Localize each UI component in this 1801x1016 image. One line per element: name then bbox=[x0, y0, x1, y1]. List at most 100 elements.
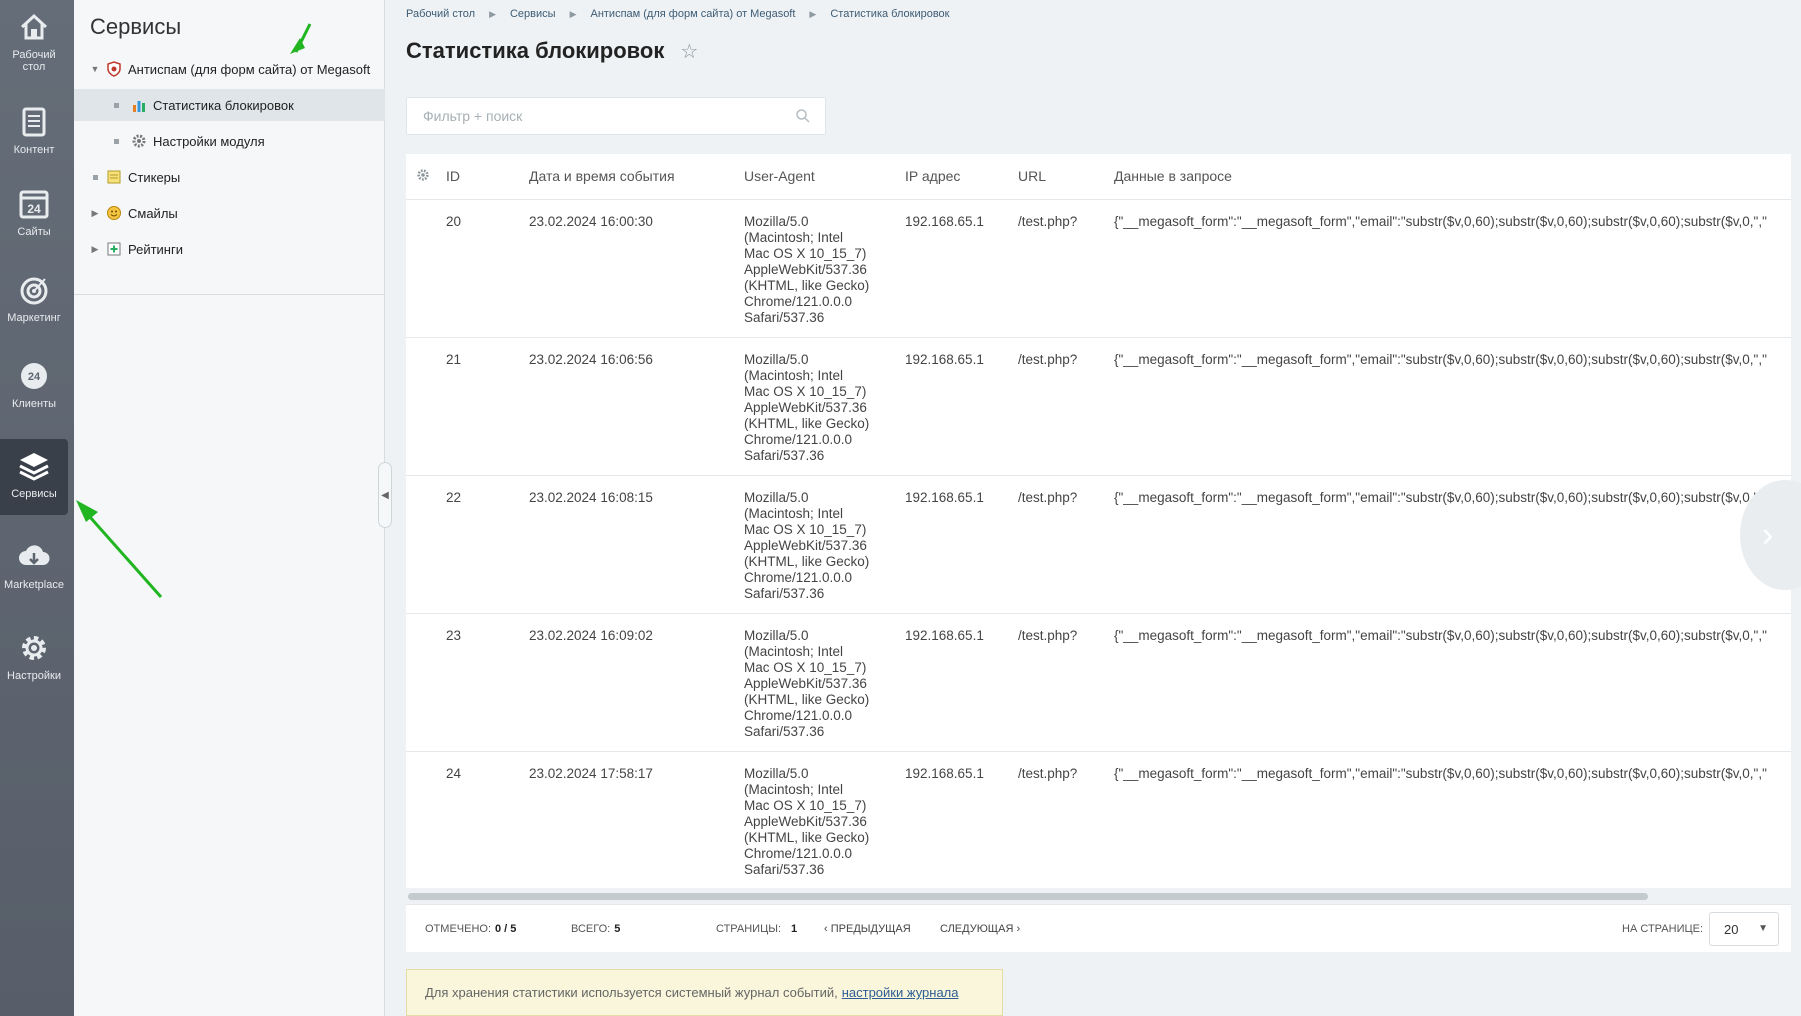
sticker-note-icon bbox=[106, 169, 122, 185]
prev-page-label: Предыдущая bbox=[830, 923, 911, 935]
rating-plus-icon bbox=[106, 241, 122, 257]
tree-item-smiles[interactable]: ▶ Смайлы bbox=[74, 197, 385, 229]
collapsed-triangle-icon[interactable]: ▶ bbox=[90, 208, 100, 219]
services-tree-panel: Сервисы ▼ Антиспам (для форм сайта) от M… bbox=[74, 0, 385, 1016]
column-header-ip[interactable]: IP адрес bbox=[895, 154, 1008, 200]
cell-date: 23.02.2024 16:00:30 bbox=[519, 199, 734, 338]
breadcrumb-separator-icon: ▶ bbox=[489, 8, 496, 19]
favorite-star-icon[interactable]: ☆ bbox=[680, 39, 698, 64]
breadcrumb-item[interactable]: Антиспам (для форм сайта) от Megasoft bbox=[590, 8, 795, 20]
table-row[interactable]: 24 23.02.2024 17:58:17 Mozilla/5.0 (Maci… bbox=[406, 751, 1791, 888]
cell-url: /test.php? bbox=[1008, 751, 1104, 888]
selected-count-label: Отмечено: bbox=[425, 923, 491, 935]
nav-marketing-label: Маркетинг bbox=[7, 312, 61, 324]
column-settings-gear-icon[interactable] bbox=[416, 168, 430, 182]
cell-request-data: {"__megasoft_form":"__megasoft_form","em… bbox=[1104, 199, 1791, 338]
cell-url: /test.php? bbox=[1008, 337, 1104, 476]
tree-item-ratings[interactable]: ▶ Рейтинги bbox=[74, 233, 385, 265]
horizontal-scrollbar[interactable] bbox=[408, 893, 1648, 900]
cell-request-data: {"__megasoft_form":"__megasoft_form","em… bbox=[1104, 613, 1791, 752]
shield-icon bbox=[106, 61, 122, 77]
search-icon[interactable] bbox=[795, 108, 811, 124]
nav-marketing[interactable]: Маркетинг bbox=[0, 263, 68, 339]
cell-request-data: {"__megasoft_form":"__megasoft_form","em… bbox=[1104, 475, 1791, 614]
per-page-select[interactable]: 20 ▼ bbox=[1709, 912, 1779, 946]
table-row[interactable]: 22 23.02.2024 16:08:15 Mozilla/5.0 (Maci… bbox=[406, 475, 1791, 614]
calendar-icon: 24 bbox=[19, 190, 49, 219]
nav-content[interactable]: Контент bbox=[0, 95, 68, 171]
row-checkbox-cell[interactable] bbox=[406, 475, 436, 614]
collapsed-triangle-icon[interactable]: ▶ bbox=[90, 244, 100, 255]
next-page-label: Следующая bbox=[940, 923, 1014, 935]
breadcrumb-item[interactable]: Сервисы bbox=[510, 8, 556, 20]
tree-item-antispam[interactable]: ▼ Антиспам (для форм сайта) от Megasoft bbox=[74, 53, 385, 85]
table-row[interactable]: 23 23.02.2024 16:09:02 Mozilla/5.0 (Maci… bbox=[406, 613, 1791, 752]
cell-date: 23.02.2024 16:08:15 bbox=[519, 475, 734, 614]
nav-marketplace[interactable]: Marketplace bbox=[0, 530, 68, 606]
filter-search-input[interactable] bbox=[423, 108, 783, 124]
target-icon bbox=[20, 277, 48, 305]
pages-label: Страницы: bbox=[716, 923, 782, 935]
current-page-value[interactable]: 1 bbox=[791, 923, 797, 935]
tree-divider bbox=[74, 294, 385, 295]
cell-ip: 192.168.65.1 bbox=[895, 751, 1008, 888]
cell-date: 23.02.2024 16:06:56 bbox=[519, 337, 734, 476]
tree-bullet bbox=[114, 102, 119, 108]
tree-item-module-settings[interactable]: Настройки модуля bbox=[74, 125, 385, 157]
panel-collapse-handle[interactable]: ◀ bbox=[378, 462, 392, 528]
tree-item-module-settings-label: Настройки модуля bbox=[153, 133, 265, 149]
prev-page-button[interactable]: ‹ Предыдущая bbox=[824, 923, 911, 935]
per-page-label: На странице: bbox=[1622, 923, 1703, 935]
tree-item-stickers[interactable]: Стикеры bbox=[74, 161, 385, 193]
row-checkbox-cell[interactable] bbox=[406, 199, 436, 338]
tree-item-ratings-label: Рейтинги bbox=[128, 241, 183, 257]
column-header-user-agent[interactable]: User-Agent bbox=[734, 154, 895, 200]
svg-text:24: 24 bbox=[27, 202, 41, 216]
tree-item-smiles-label: Смайлы bbox=[128, 205, 178, 221]
expanded-triangle-icon[interactable]: ▼ bbox=[90, 64, 100, 74]
breadcrumb-item[interactable]: Рабочий стол bbox=[406, 8, 475, 20]
row-checkbox-cell[interactable] bbox=[406, 337, 436, 476]
cell-id: 24 bbox=[436, 751, 519, 888]
pages-info: Страницы: 1 bbox=[716, 923, 797, 935]
column-header-date[interactable]: Дата и время события bbox=[519, 154, 734, 200]
breadcrumb-separator-icon: ▶ bbox=[809, 8, 817, 19]
cell-user-agent: Mozilla/5.0 (Macintosh; Intel Mac OS X 1… bbox=[734, 475, 895, 614]
table-row[interactable]: 20 23.02.2024 16:00:30 Mozilla/5.0 (Maci… bbox=[406, 199, 1791, 338]
nav-services[interactable]: Сервисы bbox=[0, 439, 68, 515]
chevron-left-icon: ‹ bbox=[824, 923, 831, 935]
row-checkbox-cell[interactable] bbox=[406, 613, 436, 752]
chevron-left-icon: ◀ bbox=[381, 489, 389, 501]
chevron-right-icon: › bbox=[1762, 515, 1774, 554]
notice-text: Для хранения статистики используется сис… bbox=[425, 985, 838, 1000]
grid-footer: Отмечено: 0 / 5 Всего: 5 Страницы: 1 ‹ Пред… bbox=[406, 904, 1791, 952]
total-count-value: 5 bbox=[614, 923, 621, 935]
journal-settings-link[interactable]: настройки журнала bbox=[842, 985, 959, 1000]
cell-date: 23.02.2024 17:58:17 bbox=[519, 751, 734, 888]
next-page-button[interactable]: Следующая › bbox=[940, 923, 1020, 935]
column-settings[interactable] bbox=[406, 154, 436, 200]
tree-bullet bbox=[114, 138, 119, 144]
nav-settings[interactable]: Настройки bbox=[0, 621, 68, 697]
home-icon bbox=[20, 13, 48, 40]
nav-desktop[interactable]: Рабочий стол bbox=[0, 0, 68, 76]
column-header-request-data[interactable]: Данные в запросе bbox=[1104, 154, 1791, 200]
filter-search-box[interactable] bbox=[406, 97, 826, 135]
nav-clients[interactable]: 24 Клиенты bbox=[0, 349, 68, 425]
chevron-down-icon: ▼ bbox=[1758, 923, 1768, 934]
cell-id: 21 bbox=[436, 337, 519, 476]
nav-settings-label: Настройки bbox=[7, 670, 61, 682]
document-icon bbox=[22, 107, 46, 137]
cell-request-data: {"__megasoft_form":"__megasoft_form","em… bbox=[1104, 751, 1791, 888]
column-header-id[interactable]: ID bbox=[436, 154, 519, 200]
cell-user-agent: Mozilla/5.0 (Macintosh; Intel Mac OS X 1… bbox=[734, 751, 895, 888]
column-header-url[interactable]: URL bbox=[1008, 154, 1104, 200]
tree-item-antispam-label: Антиспам (для форм сайта) от Megasoft bbox=[128, 61, 371, 77]
nav-sites[interactable]: 24 Сайты bbox=[0, 177, 68, 253]
cell-url: /test.php? bbox=[1008, 475, 1104, 614]
row-checkbox-cell[interactable] bbox=[406, 751, 436, 888]
tree-item-block-stats[interactable]: Статистика блокировок bbox=[74, 89, 385, 121]
breadcrumb-item[interactable]: Статистика блокировок bbox=[830, 8, 949, 20]
table-row[interactable]: 21 23.02.2024 16:06:56 Mozilla/5.0 (Maci… bbox=[406, 337, 1791, 476]
nav-clients-label: Клиенты bbox=[11, 398, 57, 410]
